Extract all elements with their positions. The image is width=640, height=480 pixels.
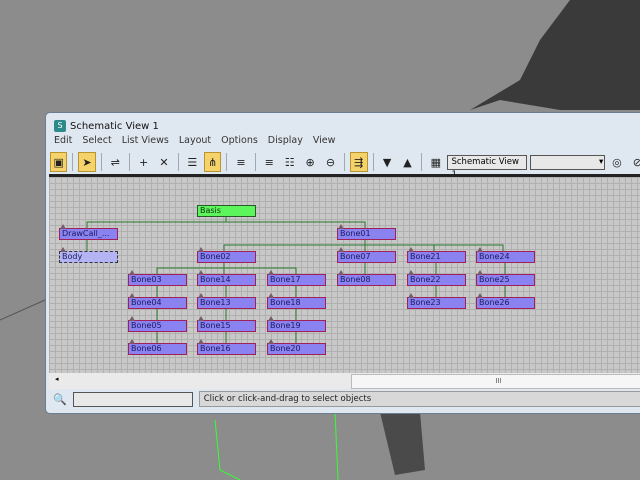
node-bone06[interactable]: Bone06 bbox=[128, 339, 187, 355]
search-objects-icon[interactable]: 🔍 bbox=[53, 393, 67, 406]
node-drawcall[interactable]: DrawCall_... bbox=[59, 224, 118, 240]
menu-display[interactable]: Display bbox=[268, 135, 303, 146]
node-bone17[interactable]: Bone17 bbox=[267, 270, 326, 286]
scroll-left-icon[interactable]: ◂ bbox=[55, 375, 59, 383]
node-bone24[interactable]: Bone24 bbox=[476, 247, 535, 263]
add-icon[interactable]: + bbox=[135, 152, 152, 172]
hierarchy-list-icon[interactable]: ☰ bbox=[184, 152, 201, 172]
align-center-icon[interactable]: ☷ bbox=[281, 152, 298, 172]
menu-layout[interactable]: Layout bbox=[179, 135, 211, 146]
align-left-icon[interactable]: ≡ bbox=[261, 152, 278, 172]
connect-icon[interactable]: ⇌ bbox=[107, 152, 124, 172]
view-dropdown[interactable]: ▾ bbox=[530, 154, 606, 170]
node-bone05[interactable]: Bone05 bbox=[128, 316, 187, 332]
node-bone22[interactable]: Bone22 bbox=[407, 270, 466, 286]
node-bone25[interactable]: Bone25 bbox=[476, 270, 535, 286]
view-name-field[interactable]: Schematic View 1 bbox=[447, 154, 528, 180]
schematic-view-window: S Schematic View 1 Edit Select List View… bbox=[45, 112, 640, 414]
schematic-canvas[interactable]: Basis DrawCall_... Body Bone01 Bone02 Bo… bbox=[49, 177, 640, 373]
node-bone08[interactable]: Bone08 bbox=[337, 270, 396, 286]
node-basis[interactable]: Basis bbox=[197, 205, 256, 217]
node-bone20[interactable]: Bone20 bbox=[267, 339, 326, 355]
move-up-icon[interactable]: ▲ bbox=[399, 152, 416, 172]
arrange-icon[interactable]: ⇶ bbox=[350, 152, 368, 172]
node-bone04[interactable]: Bone04 bbox=[128, 293, 187, 309]
delete-icon[interactable]: ✕ bbox=[155, 152, 172, 172]
window-title: Schematic View 1 bbox=[70, 120, 159, 132]
node-bone07[interactable]: Bone07 bbox=[337, 247, 396, 263]
preferences-icon[interactable]: ▦ bbox=[427, 152, 444, 172]
node-body[interactable]: Body bbox=[59, 247, 118, 263]
node-bone23[interactable]: Bone23 bbox=[407, 293, 466, 309]
node-bone13[interactable]: Bone13 bbox=[197, 293, 256, 309]
title-bar: S Schematic View 1 bbox=[54, 117, 159, 135]
status-bar: 🔍 Click or click-and-drag to select obje… bbox=[49, 390, 640, 408]
hierarchy-mode-icon[interactable]: ⋔ bbox=[203, 152, 222, 172]
menu-select[interactable]: Select bbox=[82, 135, 111, 146]
align-icon[interactable]: ≡ bbox=[232, 152, 249, 172]
select-arrow-icon[interactable]: ➤ bbox=[78, 152, 96, 172]
bookmark-icon[interactable]: ◎ bbox=[608, 152, 625, 172]
collapse-icon[interactable]: ⊖ bbox=[322, 152, 339, 172]
node-bone21[interactable]: Bone21 bbox=[407, 247, 466, 263]
node-bone19[interactable]: Bone19 bbox=[267, 316, 326, 332]
node-bone03[interactable]: Bone03 bbox=[128, 270, 187, 286]
status-message: Click or click-and-drag to select object… bbox=[198, 391, 640, 407]
chevron-down-icon: ▾ bbox=[598, 156, 604, 167]
menu-options[interactable]: Options bbox=[221, 135, 258, 146]
menu-edit[interactable]: Edit bbox=[54, 135, 72, 146]
node-bone14[interactable]: Bone14 bbox=[197, 270, 256, 286]
toolbar: ▣ ➤ ⇌ + ✕ ☰ ⋔ ≡ ≡ ☷ ⊕ ⊖ ⇶ ▼ ▲ ▦ Schemati… bbox=[50, 151, 640, 180]
menu-bar: Edit Select List Views Layout Options Di… bbox=[54, 135, 335, 146]
app-icon: S bbox=[54, 120, 66, 132]
node-bone16[interactable]: Bone16 bbox=[197, 339, 256, 355]
display-floater-icon[interactable]: ▣ bbox=[50, 152, 68, 172]
node-bone18[interactable]: Bone18 bbox=[267, 293, 326, 309]
node-bone26[interactable]: Bone26 bbox=[476, 293, 535, 309]
zoom-icon[interactable]: ⊘ bbox=[629, 152, 640, 172]
move-down-icon[interactable]: ▼ bbox=[378, 152, 395, 172]
expand-icon[interactable]: ⊕ bbox=[301, 152, 318, 172]
node-bone02[interactable]: Bone02 bbox=[197, 247, 256, 263]
search-field[interactable] bbox=[72, 391, 193, 407]
node-bone15[interactable]: Bone15 bbox=[197, 316, 256, 332]
menu-view[interactable]: View bbox=[313, 135, 336, 146]
menu-list-views[interactable]: List Views bbox=[122, 135, 169, 146]
node-bone01[interactable]: Bone01 bbox=[337, 224, 396, 240]
horizontal-scrollbar[interactable]: ◂ III bbox=[49, 373, 640, 389]
scroll-thumb[interactable]: III bbox=[351, 374, 640, 389]
